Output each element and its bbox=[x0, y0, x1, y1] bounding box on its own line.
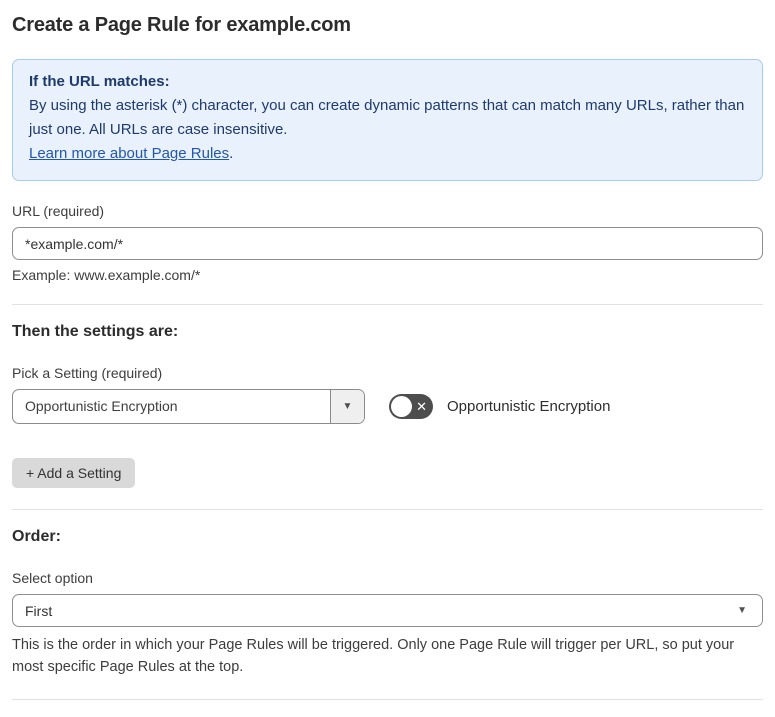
toggle-label: Opportunistic Encryption bbox=[447, 398, 611, 415]
link-suffix: . bbox=[229, 145, 234, 162]
info-box-heading: If the URL matches: bbox=[29, 73, 170, 90]
order-section-heading: Order: bbox=[12, 528, 61, 545]
divider bbox=[12, 304, 763, 305]
toggle-group: ✕ Opportunistic Encryption bbox=[389, 394, 610, 419]
url-example-text: Example: www.example.com/* bbox=[12, 267, 201, 283]
divider bbox=[12, 699, 763, 700]
learn-more-link[interactable]: Learn more about Page Rules bbox=[29, 145, 229, 162]
pick-setting-label: Pick a Setting (required) bbox=[12, 365, 163, 381]
order-help-text: This is the order in which your Page Rul… bbox=[12, 637, 735, 675]
setting-picker-dropdown[interactable]: Opportunistic Encryption ▼ bbox=[12, 389, 365, 424]
url-match-info-box: If the URL matches: By using the asteris… bbox=[12, 59, 763, 181]
caret-down-icon: ▼ bbox=[342, 401, 353, 412]
divider bbox=[12, 509, 763, 510]
url-field-label: URL (required) bbox=[12, 203, 105, 219]
caret-down-icon: ▼ bbox=[737, 605, 747, 616]
setting-row: Opportunistic Encryption ▼ ✕ Opportunist… bbox=[12, 389, 763, 424]
x-icon: ✕ bbox=[416, 398, 427, 414]
setting-picker-value[interactable]: Opportunistic Encryption bbox=[13, 390, 330, 423]
info-box-link-line: Learn more about Page Rules. bbox=[29, 142, 746, 166]
page-rule-form: Create a Page Rule for example.com If th… bbox=[0, 0, 775, 717]
order-select[interactable]: First ▼ bbox=[12, 594, 763, 627]
toggle-knob bbox=[391, 396, 412, 417]
settings-section-heading: Then the settings are: bbox=[12, 323, 179, 340]
page-title: Create a Page Rule for example.com bbox=[12, 14, 351, 36]
add-setting-button[interactable]: + Add a Setting bbox=[12, 458, 136, 488]
order-select-value: First bbox=[25, 602, 53, 619]
order-select-label: Select option bbox=[12, 570, 93, 586]
info-box-body: By using the asterisk (*) character, you… bbox=[29, 97, 745, 138]
url-input[interactable] bbox=[12, 227, 763, 260]
setting-picker-arrow-button[interactable]: ▼ bbox=[330, 390, 364, 423]
opportunistic-encryption-toggle[interactable]: ✕ bbox=[389, 394, 433, 419]
